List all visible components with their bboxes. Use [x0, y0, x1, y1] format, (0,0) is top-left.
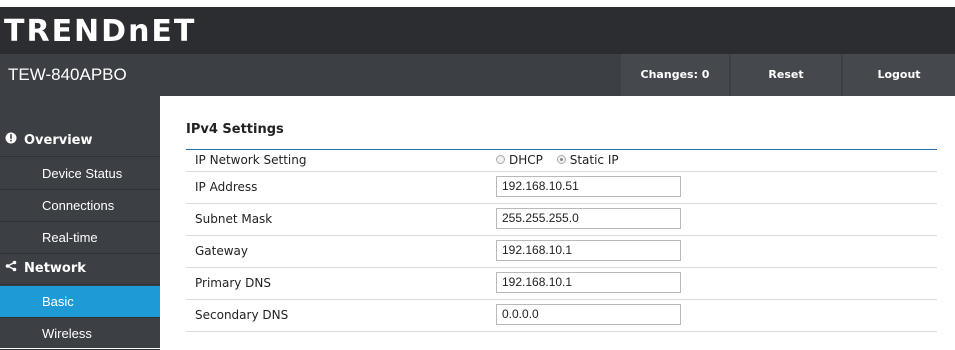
sidebar-section-network[interactable]: Network [0, 254, 160, 285]
subnet-mask-input[interactable]: 255.255.255.0 [496, 208, 681, 229]
sidebar: Overview Device Status Connections Real-… [0, 96, 160, 350]
sidebar-item-real-time[interactable]: Real-time [0, 222, 160, 254]
sidebar-item-wireless[interactable]: Wireless [0, 318, 160, 350]
dhcp-radio[interactable] [496, 155, 505, 164]
settings-row: IP Network Setting DHCP Static IP [186, 150, 937, 172]
sidebar-section-label: Overview [24, 133, 93, 148]
ip-network-setting-radio-group: DHCP Static IP [496, 153, 629, 167]
row-label: IP Address [195, 180, 258, 194]
row-label: Subnet Mask [195, 212, 273, 226]
static-ip-radio[interactable] [556, 155, 566, 164]
row-label: IP Network Setting [195, 153, 307, 167]
sidebar-item-connections[interactable]: Connections [0, 190, 160, 222]
info-icon [4, 126, 18, 156]
reset-button[interactable]: Reset [731, 54, 841, 96]
device-model: TEW-840APBO [8, 65, 127, 84]
row-label: Secondary DNS [195, 308, 289, 322]
sidebar-item-basic[interactable]: Basic [0, 286, 160, 318]
secondary-dns-input[interactable]: 0.0.0.0 [496, 304, 681, 325]
share-icon [4, 254, 18, 284]
settings-row: Gateway 192.168.10.1 [186, 236, 937, 268]
settings-row: Secondary DNS 0.0.0.0 [186, 300, 937, 332]
sidebar-item-device-status[interactable]: Device Status [0, 158, 160, 190]
dhcp-radio-label[interactable]: DHCP [509, 153, 543, 167]
gateway-input[interactable]: 192.168.10.1 [496, 240, 681, 261]
main-content: IPv4 Settings IP Network Setting DHCP St… [160, 96, 955, 348]
brand-bar: TRENDnET [0, 7, 955, 54]
row-label: Primary DNS [195, 276, 272, 290]
sidebar-section-label: Network [24, 261, 86, 276]
settings-row: IP Address 192.168.10.51 [186, 172, 937, 204]
settings-row: Subnet Mask 255.255.255.0 [186, 204, 937, 236]
top-nav-bar: TEW-840APBO Changes: 0 Reset Logout [0, 54, 955, 96]
trendnet-logo: TRENDnET [4, 14, 197, 49]
sidebar-section-overview[interactable]: Overview [0, 126, 160, 157]
ip-address-input[interactable]: 192.168.10.51 [496, 176, 681, 197]
changes-button[interactable]: Changes: 0 [621, 54, 729, 96]
logout-button[interactable]: Logout [843, 54, 955, 96]
primary-dns-input[interactable]: 192.168.10.1 [496, 272, 681, 293]
section-title: IPv4 Settings [186, 122, 284, 137]
row-label: Gateway [195, 244, 249, 258]
static-ip-radio-label[interactable]: Static IP [570, 153, 619, 167]
settings-row: Primary DNS 192.168.10.1 [186, 268, 937, 300]
